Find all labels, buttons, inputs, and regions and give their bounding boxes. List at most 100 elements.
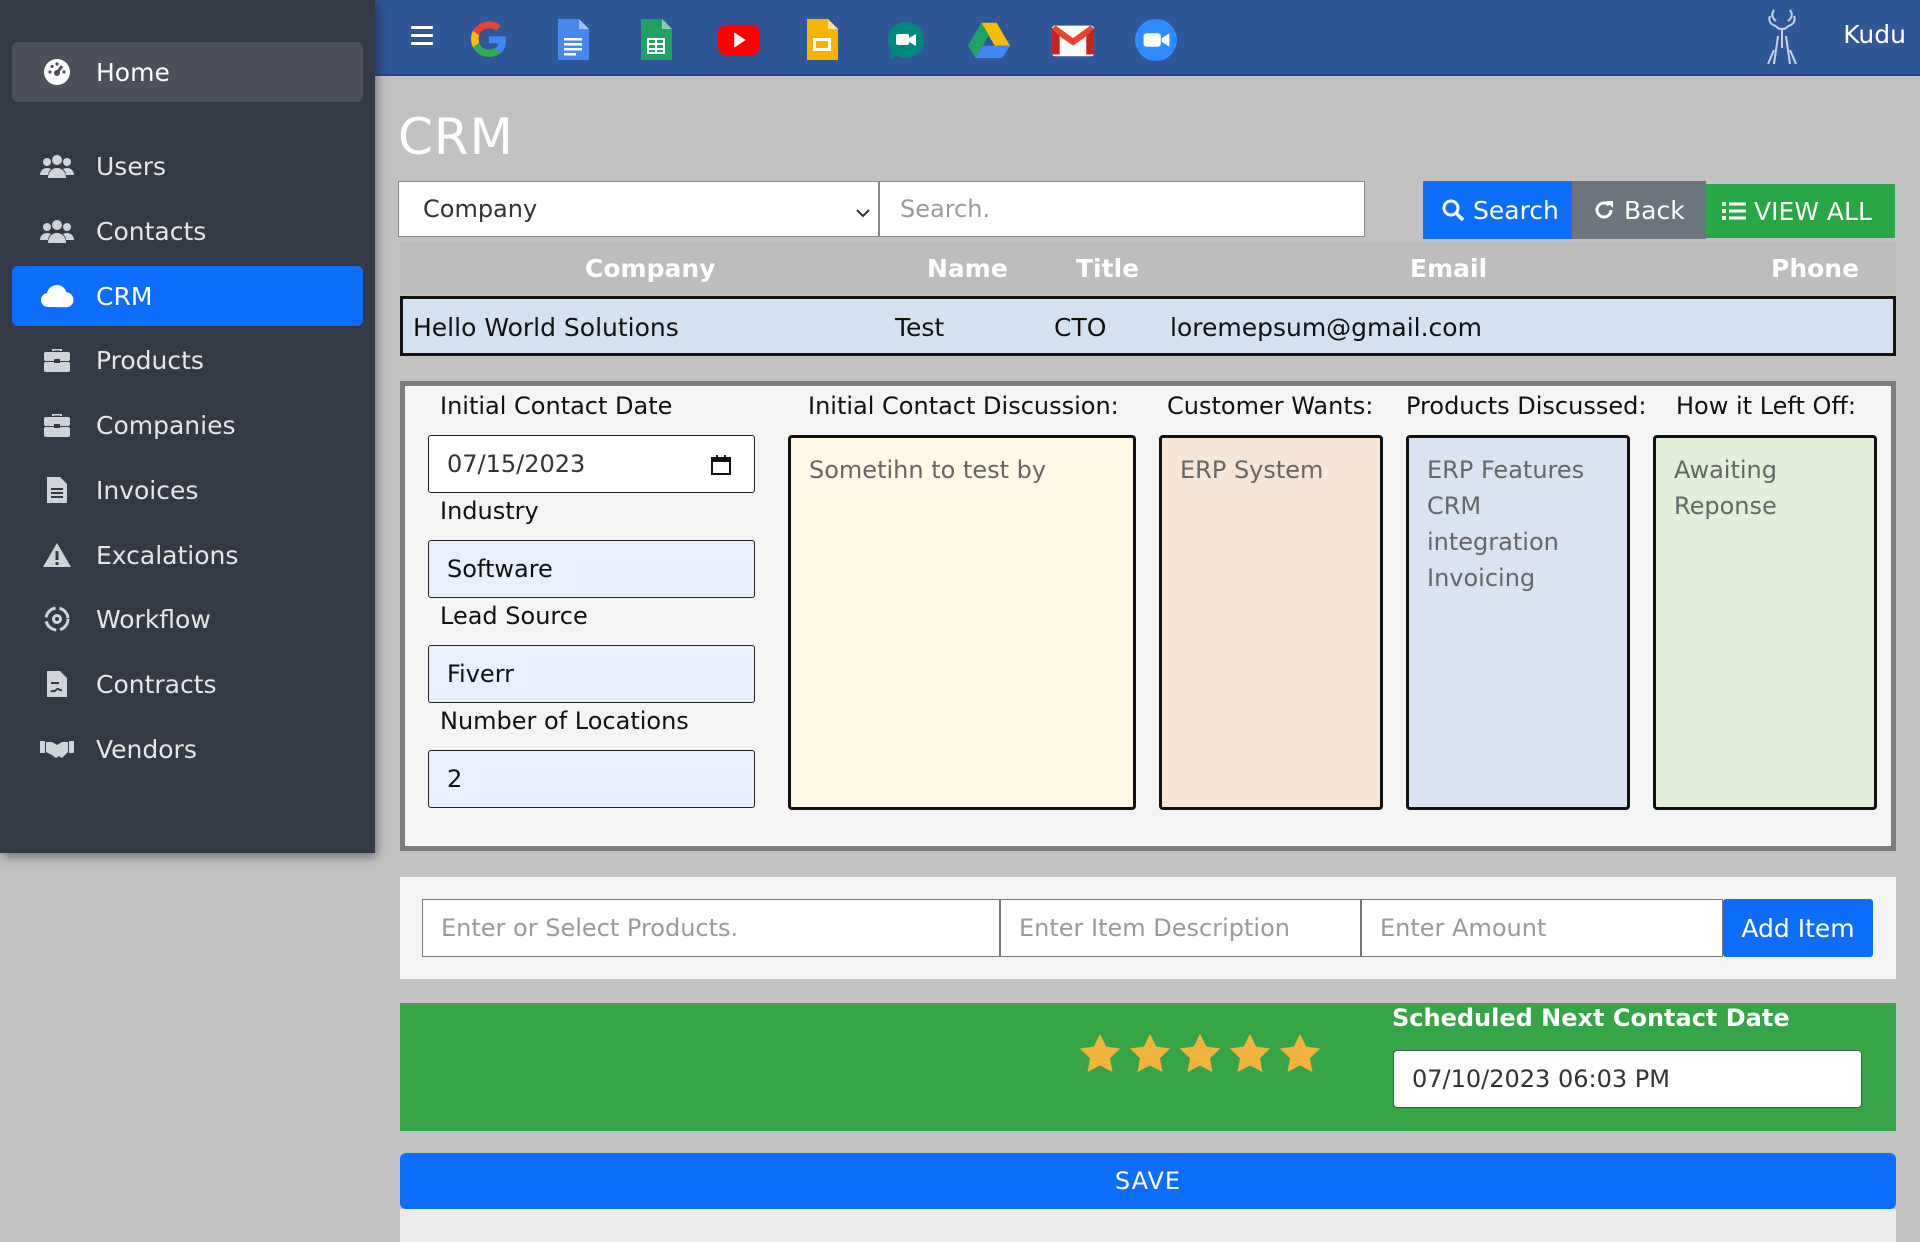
products-line: ERP Features bbox=[1427, 456, 1585, 484]
amount-input[interactable] bbox=[1361, 899, 1723, 957]
column-header-company: Company bbox=[585, 254, 716, 283]
lead-source-field[interactable]: Fiverr bbox=[428, 645, 755, 703]
sidebar-item-users[interactable]: Users bbox=[12, 136, 363, 196]
top-bar: Kudu bbox=[375, 0, 1920, 76]
industry-value: Software bbox=[447, 555, 553, 583]
star-icon[interactable] bbox=[1077, 1031, 1123, 1077]
back-button[interactable]: Back bbox=[1572, 181, 1706, 239]
column-header-title: Title bbox=[1076, 254, 1140, 283]
sidebar-item-vendors[interactable]: Vendors bbox=[12, 719, 363, 779]
briefcase-icon bbox=[40, 410, 74, 440]
sheets-icon[interactable] bbox=[634, 18, 678, 62]
filter-select[interactable]: Company bbox=[398, 181, 879, 237]
locations-label: Number of Locations bbox=[440, 707, 689, 735]
sidebar-item-label: Contacts bbox=[96, 216, 207, 246]
sidebar-item-label: Vendors bbox=[96, 734, 197, 764]
search-input[interactable] bbox=[879, 181, 1365, 237]
sidebar-item-invoices[interactable]: Invoices bbox=[12, 460, 363, 520]
users-icon bbox=[40, 151, 74, 181]
discussion-textarea[interactable]: Sometihn to test by bbox=[788, 435, 1136, 810]
cloud-icon bbox=[40, 281, 74, 311]
gmail-icon[interactable] bbox=[1051, 18, 1095, 62]
products-discussed-label: Products Discussed: bbox=[1406, 392, 1647, 420]
google-icon[interactable] bbox=[467, 18, 511, 62]
scheduled-next-contact-input[interactable]: 07/10/2023 06:03 PM bbox=[1393, 1050, 1862, 1108]
products-line: integration bbox=[1427, 528, 1559, 556]
left-off-line: Reponse bbox=[1674, 492, 1777, 520]
industry-field[interactable]: Software bbox=[428, 540, 755, 598]
drive-icon[interactable] bbox=[967, 18, 1011, 62]
save-button[interactable]: SAVE bbox=[400, 1153, 1896, 1209]
sidebar-item-crm[interactable]: CRM bbox=[12, 266, 363, 326]
footer-area bbox=[400, 1209, 1896, 1242]
item-description-input[interactable] bbox=[1000, 899, 1361, 957]
products-discussed-textarea[interactable]: ERP Features CRM integration Invoicing bbox=[1406, 435, 1630, 810]
star-icon[interactable] bbox=[1127, 1031, 1173, 1077]
zoom-icon[interactable] bbox=[1134, 18, 1178, 62]
sidebar-item-label: Invoices bbox=[96, 475, 199, 505]
view-all-button[interactable]: VIEW ALL bbox=[1706, 184, 1895, 238]
star-icon[interactable] bbox=[1177, 1031, 1223, 1077]
product-input[interactable] bbox=[422, 899, 1000, 957]
star-rating[interactable] bbox=[1077, 1031, 1323, 1077]
cell-company: Hello World Solutions bbox=[413, 313, 679, 342]
page-title: CRM bbox=[398, 108, 514, 166]
cell-title: CTO bbox=[1054, 313, 1107, 342]
cell-name: Test bbox=[895, 313, 945, 342]
scheduled-next-contact-value: 07/10/2023 06:03 PM bbox=[1412, 1065, 1670, 1093]
calendar-icon[interactable] bbox=[710, 454, 732, 482]
sidebar-item-label: Companies bbox=[96, 410, 236, 440]
back-button-label: Back bbox=[1624, 195, 1685, 225]
search-button[interactable]: Search bbox=[1423, 181, 1572, 239]
customer-wants-value: ERP System bbox=[1180, 456, 1324, 484]
add-item-button[interactable]: Add Item bbox=[1723, 899, 1873, 957]
initial-contact-date-label: Initial Contact Date bbox=[440, 392, 673, 420]
column-header-name: Name bbox=[927, 254, 1008, 283]
hamburger-menu-icon[interactable] bbox=[411, 26, 433, 46]
star-icon[interactable] bbox=[1277, 1031, 1323, 1077]
cell-email: loremepsum@gmail.com bbox=[1170, 313, 1482, 342]
sidebar-item-label: Home bbox=[96, 57, 170, 87]
left-off-line: Awaiting bbox=[1674, 456, 1777, 484]
sidebar-item-contracts[interactable]: Contracts bbox=[12, 654, 363, 714]
products-line: Invoicing bbox=[1427, 564, 1536, 592]
search-button-label: Search bbox=[1473, 195, 1559, 225]
contract-icon bbox=[40, 669, 74, 699]
sidebar-item-companies[interactable]: Companies bbox=[12, 395, 363, 455]
left-off-textarea[interactable]: Awaiting Reponse bbox=[1653, 435, 1877, 810]
meet-icon[interactable] bbox=[884, 18, 928, 62]
sidebar-item-home[interactable]: Home bbox=[12, 42, 363, 102]
briefcase-icon bbox=[40, 345, 74, 375]
sidebar-item-label: Users bbox=[96, 151, 167, 181]
customer-wants-textarea[interactable]: ERP System bbox=[1159, 435, 1383, 810]
youtube-icon[interactable] bbox=[717, 18, 761, 62]
sidebar-item-products[interactable]: Products bbox=[12, 330, 363, 390]
slides-icon[interactable] bbox=[800, 18, 844, 62]
products-line: CRM bbox=[1427, 492, 1482, 520]
filter-selected-value: Company bbox=[423, 195, 538, 223]
lead-source-label: Lead Source bbox=[440, 602, 588, 630]
star-icon[interactable] bbox=[1227, 1031, 1273, 1077]
brand-name[interactable]: Kudu bbox=[1843, 20, 1906, 49]
industry-label: Industry bbox=[440, 497, 539, 525]
warning-icon bbox=[40, 540, 74, 570]
kudu-logo-icon bbox=[1760, 6, 1804, 68]
sidebar-item-label: Contracts bbox=[96, 669, 217, 699]
column-header-phone: Phone bbox=[1771, 254, 1860, 283]
locations-value: 2 bbox=[447, 765, 463, 793]
docs-icon[interactable] bbox=[551, 18, 595, 62]
sidebar-item-excalations[interactable]: Excalations bbox=[12, 525, 363, 585]
gear-cycle-icon bbox=[40, 604, 74, 634]
dashboard-icon bbox=[40, 57, 74, 87]
list-icon bbox=[1722, 202, 1746, 220]
locations-field[interactable]: 2 bbox=[428, 750, 755, 808]
customer-wants-label: Customer Wants: bbox=[1167, 392, 1374, 420]
contacts-icon bbox=[40, 216, 74, 246]
initial-contact-date-value: 07/15/2023 bbox=[447, 450, 586, 478]
sidebar-item-contacts[interactable]: Contacts bbox=[12, 201, 363, 261]
table-row[interactable]: Hello World Solutions Test CTO loremepsu… bbox=[400, 296, 1896, 356]
sidebar: Home Users Contacts CRM Products Compani… bbox=[0, 0, 375, 853]
initial-contact-date-field[interactable]: 07/15/2023 bbox=[428, 435, 755, 493]
column-header-email: Email bbox=[1410, 254, 1488, 283]
sidebar-item-workflow[interactable]: Workflow bbox=[12, 589, 363, 649]
